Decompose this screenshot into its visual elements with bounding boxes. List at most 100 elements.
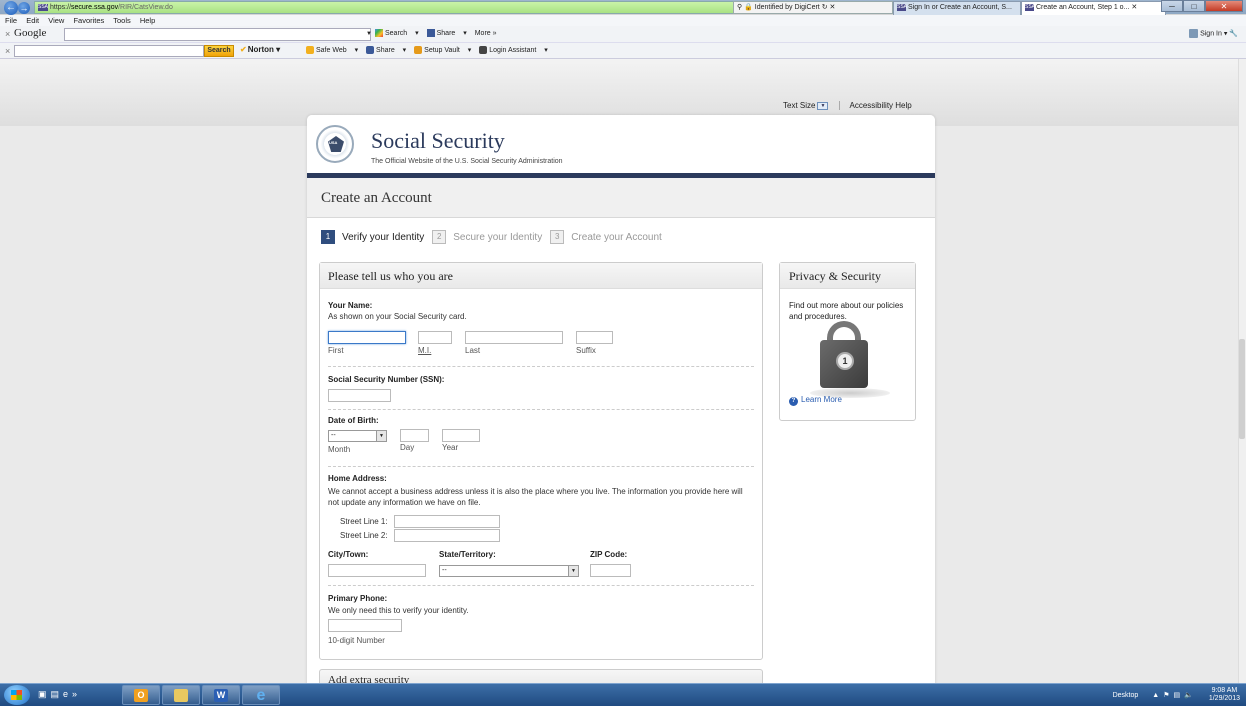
google-search-icon bbox=[375, 29, 383, 38]
login-assistant-label: Login Assistant bbox=[489, 47, 537, 54]
expand-tray-icon[interactable]: ▲ bbox=[1152, 692, 1163, 699]
accessibility-help-link[interactable]: Accessibility Help bbox=[849, 101, 911, 110]
google-more-button[interactable]: More » bbox=[475, 30, 497, 37]
facebook-icon bbox=[366, 46, 375, 55]
page-title: Create an Account bbox=[321, 190, 432, 206]
divider bbox=[838, 101, 840, 111]
menu-favorites[interactable]: Favorites bbox=[73, 16, 104, 25]
dob-label: Date of Birth: bbox=[328, 416, 379, 425]
taskbar-internet-explorer[interactable]: e bbox=[242, 685, 280, 705]
share-icon bbox=[426, 29, 435, 38]
norton-toolbar: × Search ✔Norton ▾ Safe Web ▾ Share ▾ Se… bbox=[0, 43, 1246, 59]
menu-tools[interactable]: Tools bbox=[113, 16, 131, 25]
back-button[interactable]: ← bbox=[4, 1, 18, 15]
day-label: Day bbox=[400, 443, 415, 452]
google-search-input[interactable] bbox=[64, 28, 371, 41]
month-select[interactable]: -- ▼ bbox=[328, 430, 387, 442]
google-sign-in-button[interactable]: Sign In ▾ 🔧 bbox=[1189, 29, 1238, 38]
primary-phone-label: Primary Phone: bbox=[328, 594, 388, 603]
chevron-down-icon[interactable]: ▼ bbox=[366, 31, 372, 37]
safe-web-button[interactable]: Safe Web ▾ bbox=[306, 46, 358, 55]
minimize-button[interactable]: ─ bbox=[1161, 0, 1183, 12]
phone-input[interactable] bbox=[328, 619, 402, 632]
norton-brand-button[interactable]: ✔Norton ▾ bbox=[240, 45, 280, 54]
zip-input[interactable] bbox=[590, 564, 631, 577]
form-heading: Please tell us who you are bbox=[320, 263, 762, 289]
help-icon: ? bbox=[789, 397, 798, 406]
site-header: USA Social Security The Official Website… bbox=[307, 115, 935, 173]
ssa-seal-logo: USA bbox=[316, 125, 354, 163]
chevron-down-icon[interactable]: ▼ bbox=[817, 101, 829, 110]
site-title[interactable]: Social Security bbox=[371, 128, 505, 154]
tab-sign-in[interactable]: SSASign In or Create an Account, S... bbox=[893, 1, 1021, 15]
last-name-input[interactable] bbox=[465, 331, 563, 344]
volume-icon[interactable]: 🔈 bbox=[1184, 692, 1197, 699]
step-1-number: 1 bbox=[321, 230, 335, 244]
day-input[interactable] bbox=[400, 429, 429, 442]
street-line-1-input[interactable] bbox=[394, 515, 500, 528]
year-input[interactable] bbox=[442, 429, 480, 442]
step-2-number: 2 bbox=[432, 230, 447, 244]
window-controls: ─ □ ✕ bbox=[1161, 0, 1243, 12]
middle-initial-input[interactable] bbox=[418, 331, 452, 344]
network-icon[interactable]: ▤ bbox=[1174, 692, 1185, 699]
menu-file[interactable]: File bbox=[5, 16, 17, 25]
text-size-control[interactable]: Text Size ▼ bbox=[783, 101, 829, 110]
tab-close-icon[interactable]: ✕ bbox=[1131, 4, 1137, 11]
menu-help[interactable]: Help bbox=[140, 16, 155, 25]
last-label: Last bbox=[465, 346, 481, 355]
login-assistant-button[interactable]: Login Assistant ▾ bbox=[479, 46, 548, 55]
step-1-label: Verify your Identity bbox=[342, 231, 425, 243]
year-label: Year bbox=[442, 443, 459, 452]
certificate-indicator[interactable]: ⚲ 🔒 Identified by DigiCert ↻ ✕ bbox=[733, 1, 893, 14]
maximize-button[interactable]: □ bbox=[1183, 0, 1205, 12]
url-input[interactable]: SSA https://secure.ssa.gov/RIR/CatsView.d… bbox=[34, 1, 734, 14]
sign-in-label: Sign In bbox=[1200, 30, 1222, 38]
first-name-input[interactable] bbox=[328, 331, 406, 344]
windows-logo-icon bbox=[11, 690, 22, 700]
street-line-2-input[interactable] bbox=[394, 529, 500, 542]
text-size-label: Text Size bbox=[783, 101, 816, 110]
scroll-thumb[interactable] bbox=[1239, 339, 1245, 439]
close-toolbar-icon[interactable]: × bbox=[5, 29, 10, 39]
vertical-scrollbar[interactable] bbox=[1238, 59, 1246, 683]
show-desktop-icon[interactable]: ▣ bbox=[38, 689, 51, 699]
system-tray: Desktop ▲⚑▤🔈 9:08 AM 1/29/2013 bbox=[1113, 687, 1240, 703]
close-window-button[interactable]: ✕ bbox=[1205, 0, 1243, 12]
month-label: Month bbox=[328, 445, 351, 454]
taskbar-word[interactable]: W bbox=[202, 685, 240, 705]
explorer-icon[interactable]: ▤ bbox=[51, 689, 64, 699]
menu-edit[interactable]: Edit bbox=[26, 16, 39, 25]
setup-vault-button[interactable]: Setup Vault ▾ bbox=[414, 46, 471, 55]
url-path: /RIR/CatsView.do bbox=[118, 4, 173, 11]
suffix-input[interactable] bbox=[576, 331, 613, 344]
taskbar-outlook[interactable]: O bbox=[122, 685, 160, 705]
norton-search-button[interactable]: Search bbox=[204, 45, 234, 57]
wrench-icon[interactable]: 🔧 bbox=[1229, 30, 1238, 37]
norton-search-input[interactable] bbox=[14, 45, 204, 57]
norton-share-button[interactable]: Share ▾ bbox=[366, 46, 406, 55]
clock[interactable]: 9:08 AM 1/29/2013 bbox=[1209, 687, 1240, 703]
google-search-button[interactable]: Search ▾ bbox=[375, 29, 419, 38]
state-select[interactable]: -- ▼ bbox=[439, 565, 579, 577]
month-select-value: -- bbox=[331, 432, 336, 439]
city-input[interactable] bbox=[328, 564, 426, 577]
menu-view[interactable]: View bbox=[48, 16, 64, 25]
google-share-button[interactable]: Share ▾ bbox=[426, 29, 467, 38]
checkmark-icon: ✔ bbox=[240, 45, 247, 54]
tab-create-account[interactable]: SSACreate an Account, Step 1 o... ✕ bbox=[1021, 1, 1166, 15]
close-toolbar-icon[interactable]: × bbox=[5, 46, 10, 56]
start-button[interactable] bbox=[4, 685, 30, 705]
city-label: City/Town: bbox=[328, 550, 369, 559]
desktop-toolbar-label[interactable]: Desktop bbox=[1113, 692, 1139, 699]
ie-quick-icon[interactable]: e bbox=[63, 689, 72, 699]
taskbar-explorer[interactable] bbox=[162, 685, 200, 705]
flag-icon[interactable]: ⚑ bbox=[1163, 692, 1173, 699]
avatar-icon bbox=[1189, 29, 1199, 38]
learn-more-link[interactable]: ? Learn More bbox=[789, 395, 842, 406]
chevron-right-icon[interactable]: » bbox=[72, 689, 81, 699]
ssn-label: Social Security Number (SSN): bbox=[328, 375, 445, 384]
forward-button[interactable]: → bbox=[18, 2, 30, 14]
norton-brand-label: Norton bbox=[247, 45, 274, 54]
ssn-input[interactable] bbox=[328, 389, 391, 402]
